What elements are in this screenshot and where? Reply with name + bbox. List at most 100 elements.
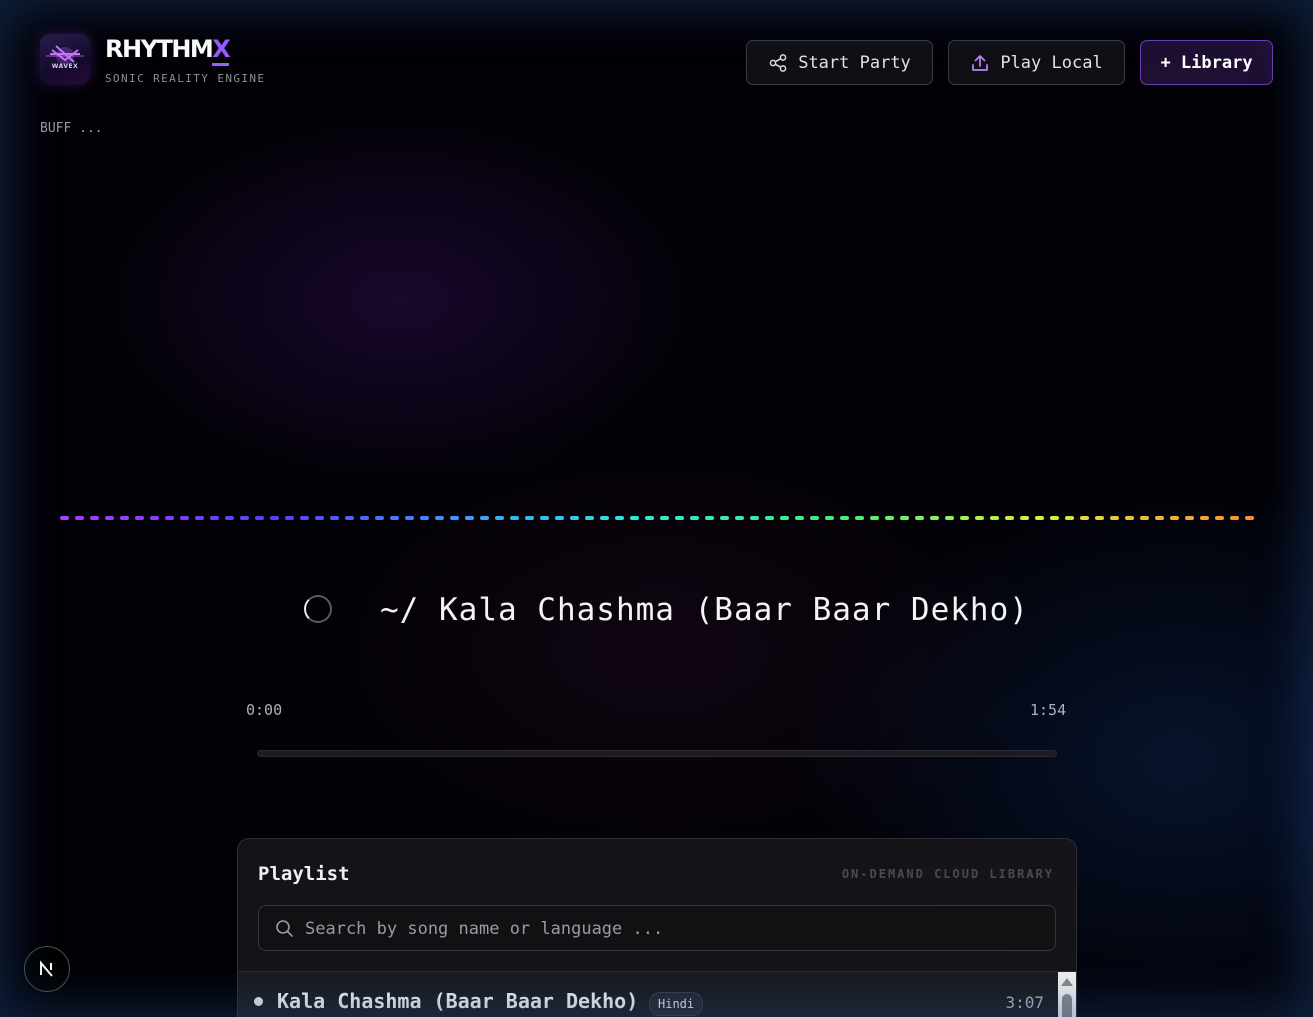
nextjs-logo-icon [40, 960, 53, 977]
visualizer-bar [705, 516, 714, 520]
time-current: 0:00 [246, 701, 283, 719]
visualizer-bar [1050, 516, 1059, 520]
visualizer-bar [525, 516, 534, 520]
visualizer-bar [1020, 516, 1029, 520]
loading-spinner-icon [304, 595, 332, 623]
visualizer-bar [390, 516, 399, 520]
brand-logo[interactable]: WAVEX [40, 34, 90, 84]
visualizer-bar [1095, 516, 1104, 520]
visualizer-bars [60, 516, 1254, 520]
visualizer-bar [330, 516, 339, 520]
visualizer-bar [660, 516, 669, 520]
nextjs-dev-indicator[interactable] [24, 946, 70, 992]
visualizer-bar [345, 516, 354, 520]
start-party-label: Start Party [798, 52, 911, 73]
visualizer-bar [600, 516, 609, 520]
visualizer-bar [1125, 516, 1134, 520]
playlist-panel: Playlist ON-DEMAND CLOUD LIBRARY Kala Ch… [237, 838, 1077, 1017]
visualizer-bar [270, 516, 279, 520]
visualizer-bar [690, 516, 699, 520]
visualizer-bar [75, 516, 84, 520]
visualizer-bar [1185, 516, 1194, 520]
visualizer-bar [810, 516, 819, 520]
brand-tagline: SONIC REALITY ENGINE [105, 72, 266, 85]
visualizer-bar [675, 516, 684, 520]
visualizer-bar [540, 516, 549, 520]
visualizer-bar [405, 516, 414, 520]
visualizer-bar [165, 516, 174, 520]
visualizer-bar [825, 516, 834, 520]
visualizer-bar [150, 516, 159, 520]
track-name: Kala Chashma (Baar Baar Dekho) [277, 989, 639, 1013]
progress-bar[interactable] [257, 750, 1057, 757]
visualizer-bar [495, 516, 504, 520]
brand-name-main: RHYTHM [105, 35, 214, 63]
play-local-label: Play Local [1000, 52, 1103, 73]
visualizer-bar [840, 516, 849, 520]
visualizer-bar [960, 516, 969, 520]
visualizer-bar [720, 516, 729, 520]
visualizer-bar [630, 516, 639, 520]
visualizer-bar [1170, 516, 1179, 520]
library-label: + Library [1160, 52, 1253, 73]
visualizer-bar [1230, 516, 1239, 520]
playlist-list: Kala Chashma (Baar Baar Dekho) Hindi 3:0… [238, 971, 1076, 1017]
time-total: 1:54 [1030, 701, 1067, 719]
now-playing-title: ~/ Kala Chashma (Baar Baar Dekho) [380, 592, 1029, 628]
visualizer-bar [930, 516, 939, 520]
visualizer-bar [210, 516, 219, 520]
visualizer-bar [615, 516, 624, 520]
language-badge: Hindi [649, 992, 704, 1016]
visualizer-bar [1200, 516, 1209, 520]
search-input[interactable] [303, 906, 1047, 952]
playlist-scrollbar[interactable] [1058, 972, 1076, 1017]
visualizer-bar [975, 516, 984, 520]
visualizer-bar [780, 516, 789, 520]
brand-name: RHYTHMX [105, 34, 231, 66]
audio-visualizer [60, 516, 1254, 520]
logo-text: WAVEX [51, 63, 79, 70]
visualizer-bar [750, 516, 759, 520]
scroll-up-arrow-icon[interactable] [1061, 978, 1073, 986]
brand-name-accent: X [212, 35, 231, 66]
visualizer-bar [240, 516, 249, 520]
app-frame: WAVEX RHYTHMX SONIC REALITY ENGINE BUFF … [0, 0, 1313, 1017]
share-icon [768, 53, 788, 73]
visualizer-bar [900, 516, 909, 520]
waveform-logo-icon [46, 45, 84, 65]
visualizer-bar [255, 516, 264, 520]
visualizer-bar [360, 516, 369, 520]
add-library-button[interactable]: + Library [1140, 40, 1273, 85]
visualizer-bar [300, 516, 309, 520]
visualizer-bar [60, 516, 69, 520]
visualizer-bar [420, 516, 429, 520]
visualizer-bar [195, 516, 204, 520]
visualizer-bar [180, 516, 189, 520]
visualizer-bar [1245, 516, 1254, 520]
start-party-button[interactable]: Start Party [746, 40, 933, 85]
visualizer-bar [1080, 516, 1089, 520]
visualizer-bar [135, 516, 144, 520]
play-local-button[interactable]: Play Local [948, 40, 1125, 85]
scrollbar-thumb[interactable] [1062, 994, 1072, 1017]
buffer-status: BUFF ... [40, 121, 103, 136]
visualizer-bar [990, 516, 999, 520]
visualizer-bar [765, 516, 774, 520]
visualizer-bar [465, 516, 474, 520]
search-icon [275, 919, 294, 942]
now-playing-dot [254, 997, 263, 1006]
visualizer-bar [555, 516, 564, 520]
upload-icon [970, 53, 990, 73]
visualizer-bar [570, 516, 579, 520]
visualizer-bar [1140, 516, 1149, 520]
playlist-track-row[interactable]: Kala Chashma (Baar Baar Dekho) Hindi 3:0… [238, 972, 1056, 1017]
visualizer-bar [1065, 516, 1074, 520]
visualizer-bar [450, 516, 459, 520]
track-duration: 3:07 [1005, 993, 1044, 1012]
visualizer-bar [1035, 516, 1044, 520]
visualizer-bar [435, 516, 444, 520]
visualizer-bar [945, 516, 954, 520]
visualizer-bar [870, 516, 879, 520]
visualizer-bar [225, 516, 234, 520]
visualizer-bar [915, 516, 924, 520]
